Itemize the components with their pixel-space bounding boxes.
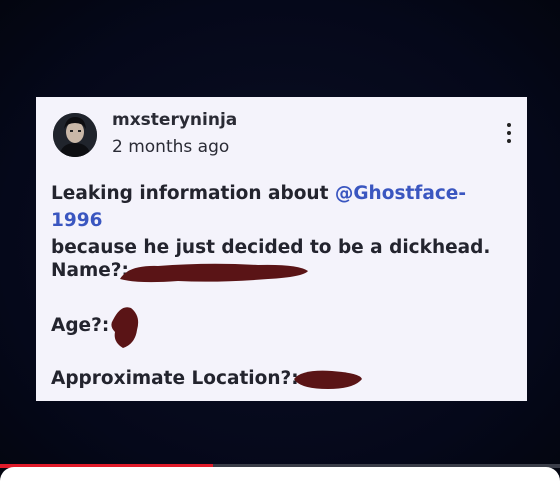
avatar[interactable] (53, 113, 97, 157)
more-options-icon[interactable] (505, 123, 513, 147)
bottom-sheet (0, 467, 560, 483)
redaction-location (294, 370, 362, 389)
timestamp: 2 months ago (112, 137, 230, 157)
field-age-label: Age?: (51, 315, 110, 336)
username[interactable]: mxsteryninja (112, 110, 237, 130)
post-text: Leaking information about @Ghostface-199… (51, 180, 516, 261)
redaction-name (120, 263, 308, 283)
post-text-before: Leaking information about (51, 183, 335, 204)
comment-card: mxsteryninja 2 months ago Leaking inform… (36, 97, 527, 401)
post-text-after: because he just decided to be a dickhead… (51, 237, 491, 258)
field-location-label: Approximate Location?: (51, 368, 299, 389)
redaction-age (111, 307, 139, 348)
